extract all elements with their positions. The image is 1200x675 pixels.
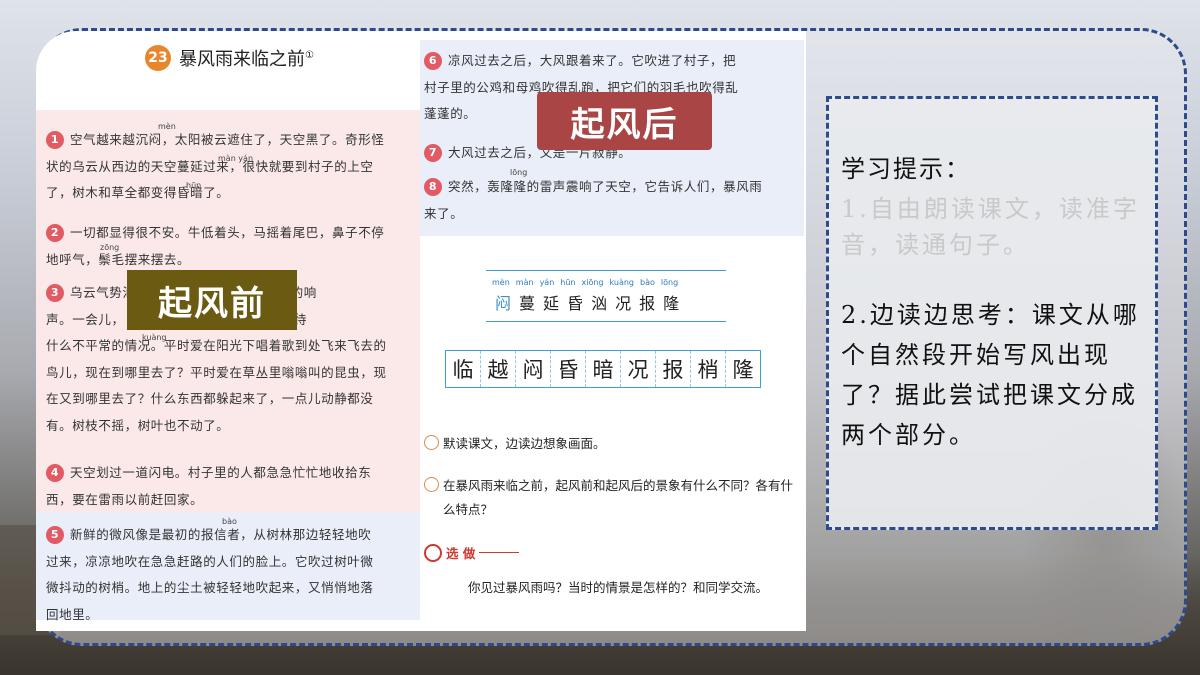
hint-item-1: 1.自由朗读课文，读准字音，读通句子。 <box>841 195 1140 259</box>
char-pinyin: lōng <box>660 278 679 287</box>
char-pinyin: mèn <box>492 278 510 287</box>
char-pinyin: yán <box>539 278 555 287</box>
hint-item-2: 2.边读边思考：课文从哪个自然段开始写风出现了？据此尝试把课文分成两个部分。 <box>841 301 1140 449</box>
para-line: 新鲜的微风像是最初的报信者，从树林那边轻轻地吹 <box>70 527 372 542</box>
para-line: 鸟儿，现在到哪里去了？平时爱在草丛里嗡嗡叫的昆虫，现 <box>46 364 387 380</box>
para-line: 在又到哪里去了？什么东西都躲起来了，一点儿动静都没 <box>46 391 374 406</box>
lesson-title: 暴风雨来临之前① <box>179 45 314 71</box>
pinyin-hun: hūn <box>186 181 202 190</box>
para-line: 了，树木和草全都变得昏暗了。 <box>46 185 230 200</box>
write-char: 况 <box>621 351 656 387</box>
optional-activity-text: 你见过暴风雨吗？当时的情景是怎样的？和同学交流。 <box>468 580 769 595</box>
write-char: 梢 <box>691 351 726 387</box>
paragraph-number: 4 <box>46 464 64 482</box>
recognize-char: 闷 <box>495 294 512 313</box>
task-icon <box>424 435 439 450</box>
paragraph-number: 7 <box>424 144 442 162</box>
write-char: 越 <box>481 351 516 387</box>
char-pinyin: xiōng <box>581 278 604 287</box>
write-char: 临 <box>446 351 481 387</box>
para-line: 来了。 <box>424 205 464 221</box>
para-line: 突然，轰隆隆的雷声震响了天空，它告诉人们，暴风雨 <box>448 179 763 194</box>
para-line: 过来，凉凉地吹在急急赶路的人们的脸上。它吹过树叶微 <box>46 553 374 569</box>
para-line: 西，要在雷雨以前赶回家。 <box>46 491 204 507</box>
paragraph-number: 8 <box>424 178 442 196</box>
task-text: 在暴风雨来临之前，起风前和起风后的景象有什么不同？各有什 <box>443 478 794 493</box>
write-char: 暗 <box>586 351 621 387</box>
task-2: 在暴风雨来临之前，起风前和起风后的景象有什么不同？各有什 么特点？ <box>424 474 804 522</box>
write-char: 闷 <box>516 351 551 387</box>
pinyin-long: lōng <box>510 168 528 177</box>
task-1: 默读课文，边读边想象画面。 <box>424 432 606 456</box>
footnote-mark: ① <box>305 50 314 61</box>
task-text: 默读课文，边读边想象画面。 <box>443 436 606 451</box>
write-char: 报 <box>656 351 691 387</box>
pinyin-men: mèn <box>158 122 176 131</box>
para-line: 有。树枝不摇，树叶也不动了。 <box>46 417 230 433</box>
pinyin-kuang: kuàng <box>142 333 167 342</box>
para-line: 空气越来越沉闷，太阳被云遮住了，天空黑了。奇形怪 <box>70 132 385 147</box>
para-line: 地呼气，鬃毛摆来摆去。 <box>46 251 191 267</box>
optional-activity-header: 选 做 <box>424 543 520 562</box>
lesson-header: 23 暴风雨来临之前① <box>145 45 314 71</box>
paragraph-8: 8 突然，轰隆隆的雷声震响了天空，它告诉人们，暴风雨 来了。 <box>424 174 804 227</box>
pinyin-zong: zōng <box>100 243 120 252</box>
after-wind-label: 起风后 <box>537 92 712 150</box>
recognize-char: 延 <box>543 294 560 313</box>
paragraph-number: 6 <box>424 52 442 70</box>
recognize-char: 昏 <box>567 294 584 313</box>
para-line: 一切都显得很不安。牛低着头，马摇着尾巴，鼻子不停 <box>70 225 385 240</box>
lesson-number: 23 <box>145 45 171 71</box>
char-pinyin: bào <box>640 278 655 287</box>
optional-label: 选 做 <box>446 546 476 561</box>
optional-icon <box>424 543 442 562</box>
para-line: 凉风过去之后，大风跟着来了。它吹进了村子，把 <box>448 53 737 68</box>
write-char: 隆 <box>732 358 754 382</box>
learning-hint-box: 学习提示： 1.自由朗读课文，读准字音，读通句子。 2.边读边思考：课文从哪个自… <box>826 96 1158 530</box>
recognize-char: 况 <box>615 294 632 313</box>
char-pinyin: hūn <box>560 278 576 287</box>
char-pinyin: màn <box>515 278 534 287</box>
pinyin-manyan: màn yán <box>218 154 254 163</box>
char-pinyin: kuàng <box>609 278 635 287</box>
writing-char-grid: 临 越 闷 昏 暗 况 报 梢 隆 <box>445 350 761 388</box>
paragraph-number: 3 <box>46 284 64 302</box>
char-recognition-row: 闷 蔓 延 昏 汹 况 报 隆 <box>495 290 679 314</box>
optional-underline <box>479 552 520 553</box>
write-char: 昏 <box>551 351 586 387</box>
paragraph-number: 1 <box>46 131 64 149</box>
paragraph-1: 1 空气越来越沉闷，太阳被云遮住了，天空黑了。奇形怪 状的乌云从西边的天空蔓延过来… <box>46 127 418 207</box>
before-wind-label: 起风前 <box>127 270 297 330</box>
para-line: 状的乌云从西边的天空蔓延过来，很快就要到村子的上空 <box>46 158 374 174</box>
task-icon <box>424 477 439 492</box>
recognize-char: 汹 <box>591 294 608 313</box>
pinyin-bao: bào <box>222 517 237 526</box>
recognize-char: 报 <box>639 294 656 313</box>
task-text: 么特点？ <box>443 502 494 517</box>
recognize-char: 隆 <box>663 294 680 313</box>
char-pinyin-row: mèn màn yán hūn xiōng kuàng bào lōng <box>492 278 678 287</box>
para-line: 什么不平常的情况。平时爱在阳光下唱着歌到处飞来飞去的 <box>46 338 387 353</box>
lesson-title-text: 暴风雨来临之前 <box>179 49 305 70</box>
hint-title: 学习提示： <box>841 155 971 183</box>
paragraph-5: 5 新鲜的微风像是最初的报信者，从树林那边轻轻地吹 过来，凉凉地吹在急急赶路的人们… <box>46 522 418 628</box>
para-line: 蓬蓬的。 <box>424 106 477 121</box>
paragraph-4: 4 天空划过一道闪电。村子里的人都急急忙忙地收拾东 西，要在雷雨以前赶回家。 <box>46 460 418 513</box>
para-line: 回地里。 <box>46 606 99 622</box>
para-line: 微抖动的树梢。地上的尘土被轻轻地吹起来，又悄悄地落 <box>46 580 374 595</box>
recognize-char: 蔓 <box>519 294 536 313</box>
paragraph-number: 5 <box>46 526 64 544</box>
paragraph-number: 2 <box>46 224 64 242</box>
para-line: 天空划过一道闪电。村子里的人都急急忙忙地收拾东 <box>70 465 372 480</box>
